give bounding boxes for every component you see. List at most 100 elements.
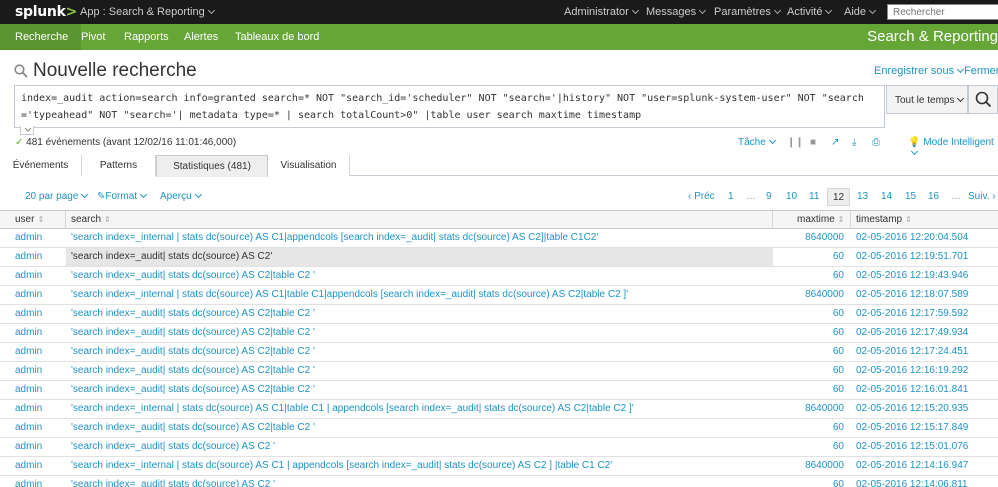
cell-search[interactable]: 'search index=_internal | stats dc(sourc… bbox=[66, 400, 773, 418]
cell-timestamp[interactable]: 02-05-2016 12:19:43.946 bbox=[856, 267, 998, 285]
cell-search[interactable]: 'search index=_internal | stats dc(sourc… bbox=[66, 229, 773, 247]
cell-user[interactable]: admin bbox=[15, 343, 65, 361]
pager-page[interactable]: 14 bbox=[881, 191, 892, 202]
time-range-picker[interactable]: Tout le temps bbox=[886, 85, 968, 114]
pager-next[interactable]: Suiv. › bbox=[968, 191, 996, 202]
table-row[interactable]: admin'search index=_audit| stats dc(sour… bbox=[0, 438, 998, 457]
share-icon[interactable]: ↗ bbox=[831, 137, 839, 148]
column-header-user[interactable]: user ⇕ bbox=[10, 211, 66, 229]
table-row[interactable]: admin'search index=_audit| stats dc(sour… bbox=[0, 476, 998, 487]
table-row[interactable]: admin'search index=_audit| stats dc(sour… bbox=[0, 419, 998, 438]
nav-dashboards[interactable]: Tableaux de bord bbox=[235, 31, 319, 43]
cell-timestamp[interactable]: 02-05-2016 12:14:16.947 bbox=[856, 457, 998, 475]
print-icon[interactable]: ⎙ bbox=[872, 137, 880, 148]
pager-prev[interactable]: ‹ Préc bbox=[688, 191, 715, 202]
table-row[interactable]: admin'search index=_internal | stats dc(… bbox=[0, 457, 998, 476]
cell-timestamp[interactable]: 02-05-2016 12:18:07.589 bbox=[856, 286, 998, 304]
cell-timestamp[interactable]: 02-05-2016 12:16:19.292 bbox=[856, 362, 998, 380]
table-row[interactable]: admin'search index=_internal | stats dc(… bbox=[0, 229, 998, 248]
cell-timestamp[interactable]: 02-05-2016 12:15:17.849 bbox=[856, 419, 998, 437]
cell-maxtime[interactable]: 8640000 bbox=[773, 400, 844, 418]
pager-page[interactable]: 1 bbox=[728, 191, 734, 202]
menu-messages[interactable]: Messages bbox=[646, 6, 707, 18]
cell-search[interactable]: 'search index=_audit| stats dc(source) A… bbox=[66, 248, 773, 266]
cell-user[interactable]: admin bbox=[15, 286, 65, 304]
cell-maxtime[interactable]: 60 bbox=[773, 381, 844, 399]
splunk-logo[interactable]: splunk> bbox=[15, 4, 77, 20]
pager-page[interactable]: 11 bbox=[809, 191, 819, 202]
nav-recherche[interactable]: Recherche bbox=[0, 24, 82, 50]
save-as-menu[interactable]: Enregistrer sous bbox=[874, 65, 965, 77]
stop-icon[interactable]: ■ bbox=[810, 137, 816, 148]
cell-search[interactable]: 'search index=_internal | stats dc(sourc… bbox=[66, 457, 773, 475]
cell-timestamp[interactable]: 02-05-2016 12:17:49.934 bbox=[856, 324, 998, 342]
nav-pivot[interactable]: Pivot bbox=[81, 31, 105, 43]
pager-page[interactable]: 9 bbox=[766, 191, 772, 202]
cell-maxtime[interactable]: 8640000 bbox=[773, 457, 844, 475]
cell-user[interactable]: admin bbox=[15, 457, 65, 475]
cell-user[interactable]: admin bbox=[15, 324, 65, 342]
cell-user[interactable]: admin bbox=[15, 362, 65, 380]
cell-user[interactable]: admin bbox=[15, 267, 65, 285]
cell-maxtime[interactable]: 60 bbox=[773, 267, 844, 285]
tab-statistics[interactable]: Statistiques (481) bbox=[156, 155, 268, 177]
table-row[interactable]: admin'search index=_internal | stats dc(… bbox=[0, 400, 998, 419]
close-button[interactable]: Fermer bbox=[964, 65, 998, 77]
table-row[interactable]: admin'search index=_audit| stats dc(sour… bbox=[0, 248, 998, 267]
cell-maxtime[interactable]: 60 bbox=[773, 343, 844, 361]
table-row[interactable]: admin'search index=_audit| stats dc(sour… bbox=[0, 343, 998, 362]
cell-maxtime[interactable]: 60 bbox=[773, 324, 844, 342]
cell-maxtime[interactable]: 60 bbox=[773, 362, 844, 380]
format-menu[interactable]: ✎Format bbox=[97, 190, 148, 202]
nav-rapports[interactable]: Rapports bbox=[124, 31, 169, 43]
cell-search[interactable]: 'search index=_audit| stats dc(source) A… bbox=[66, 381, 773, 399]
cell-search[interactable]: 'search index=_internal | stats dc(sourc… bbox=[66, 286, 773, 304]
table-row[interactable]: admin'search index=_audit| stats dc(sour… bbox=[0, 381, 998, 400]
cell-search[interactable]: 'search index=_audit| stats dc(source) A… bbox=[66, 419, 773, 437]
cell-maxtime[interactable]: 60 bbox=[773, 438, 844, 456]
cell-user[interactable]: admin bbox=[15, 419, 65, 437]
job-menu[interactable]: Tâche bbox=[738, 136, 776, 148]
table-row[interactable]: admin'search index=_internal | stats dc(… bbox=[0, 286, 998, 305]
cell-user[interactable]: admin bbox=[15, 305, 65, 323]
preview-menu[interactable]: Aperçu bbox=[160, 190, 202, 202]
tab-patterns[interactable]: Patterns bbox=[82, 155, 156, 176]
app-menu[interactable]: App : Search & Reporting bbox=[80, 6, 215, 18]
pause-icon[interactable]: ❙❙ bbox=[787, 137, 804, 148]
cell-maxtime[interactable]: 60 bbox=[773, 419, 844, 437]
expand-search-handle[interactable] bbox=[20, 126, 34, 135]
cell-timestamp[interactable]: 02-05-2016 12:14:06.811 bbox=[856, 476, 998, 487]
pager-page[interactable]: 10 bbox=[786, 191, 797, 202]
menu-help[interactable]: Aide bbox=[844, 6, 877, 18]
menu-settings[interactable]: Paramètres bbox=[714, 6, 781, 18]
cell-user[interactable]: admin bbox=[15, 229, 65, 247]
cell-timestamp[interactable]: 02-05-2016 12:19:51.701 bbox=[856, 248, 998, 266]
cell-maxtime[interactable]: 60 bbox=[773, 248, 844, 266]
pager-page-current[interactable]: 12 bbox=[827, 188, 851, 206]
cell-maxtime[interactable]: 60 bbox=[773, 305, 844, 323]
cell-maxtime[interactable]: 8640000 bbox=[773, 286, 844, 304]
table-row[interactable]: admin'search index=_audit| stats dc(sour… bbox=[0, 324, 998, 343]
pager-page[interactable]: 15 bbox=[905, 191, 916, 202]
cell-search[interactable]: 'search index=_audit| stats dc(source) A… bbox=[66, 362, 773, 380]
cell-search[interactable]: 'search index=_audit| stats dc(source) A… bbox=[66, 476, 773, 487]
cell-user[interactable]: admin bbox=[15, 248, 65, 266]
cell-user[interactable]: admin bbox=[15, 476, 65, 487]
search-query-input[interactable]: index=_audit action=search info=granted … bbox=[14, 85, 885, 128]
pager-page[interactable]: 13 bbox=[857, 191, 868, 202]
table-row[interactable]: admin'search index=_audit| stats dc(sour… bbox=[0, 305, 998, 324]
run-search-button[interactable] bbox=[968, 85, 998, 114]
cell-maxtime[interactable]: 60 bbox=[773, 476, 844, 487]
cell-search[interactable]: 'search index=_audit| stats dc(source) A… bbox=[66, 438, 773, 456]
cell-search[interactable]: 'search index=_audit| stats dc(source) A… bbox=[66, 267, 773, 285]
table-row[interactable]: admin'search index=_audit| stats dc(sour… bbox=[0, 362, 998, 381]
table-row[interactable]: admin'search index=_audit| stats dc(sour… bbox=[0, 267, 998, 286]
column-header-timestamp[interactable]: timestamp ⇕ bbox=[851, 211, 998, 229]
column-header-search[interactable]: search ⇕ bbox=[66, 211, 773, 229]
export-icon[interactable]: ⤓ bbox=[852, 137, 856, 148]
cell-timestamp[interactable]: 02-05-2016 12:15:01.076 bbox=[856, 438, 998, 456]
pager-page[interactable]: 16 bbox=[928, 191, 939, 202]
cell-user[interactable]: admin bbox=[15, 381, 65, 399]
menu-administrator[interactable]: Administrator bbox=[564, 6, 639, 18]
cell-timestamp[interactable]: 02-05-2016 12:15:20.935 bbox=[856, 400, 998, 418]
